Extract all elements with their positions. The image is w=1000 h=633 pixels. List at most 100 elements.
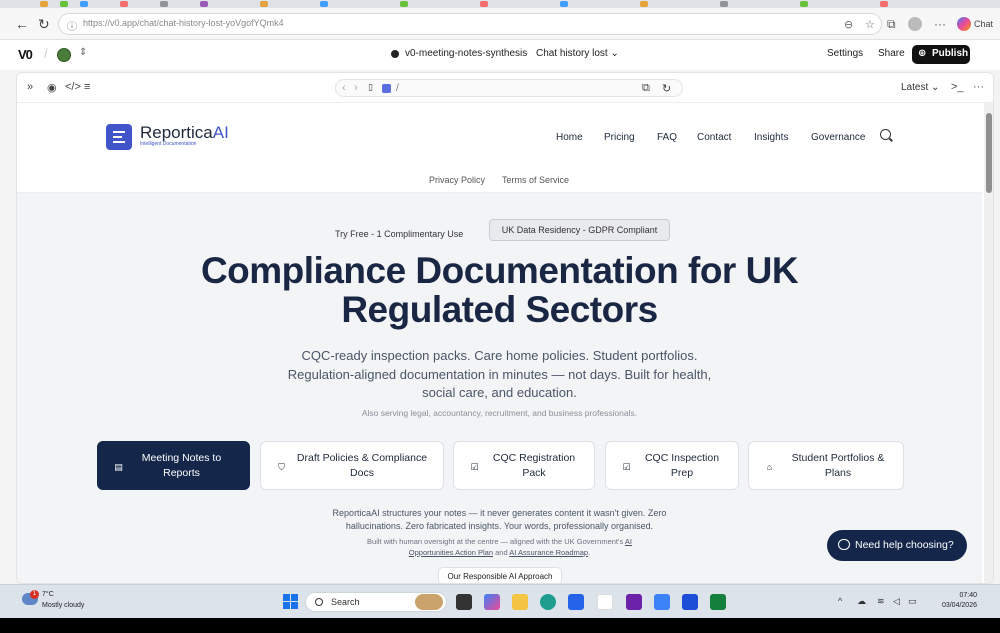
favorite-star-icon[interactable]: ☆ bbox=[865, 18, 875, 31]
scrollbar[interactable] bbox=[984, 103, 993, 583]
cta-label: Student Portfolios & Plans bbox=[791, 452, 885, 479]
database-icon[interactable]: ≡ bbox=[84, 81, 90, 93]
nav-governance[interactable]: Governance bbox=[811, 132, 865, 143]
speaker-icon[interactable]: ◁ bbox=[893, 596, 900, 607]
preview-path: / bbox=[396, 83, 399, 94]
preview-frame: » ◉ </> ≡ ‹ › ▯ / ⧉ ↻ Latest ⌄ >_ ··· Re… bbox=[16, 72, 994, 584]
refresh-icon[interactable]: ↻ bbox=[38, 16, 50, 33]
browser-tabstrip[interactable] bbox=[0, 0, 1000, 8]
site-info-icon[interactable]: ⓘ bbox=[67, 18, 77, 33]
copilot-app-icon[interactable] bbox=[484, 594, 500, 610]
publish-label: Publish bbox=[932, 48, 969, 59]
extensions-icon[interactable]: ⧉ bbox=[887, 17, 896, 32]
battery-icon[interactable]: ▭ bbox=[908, 596, 917, 607]
search-highlight-icon[interactable] bbox=[415, 594, 443, 610]
code-icon[interactable]: </> bbox=[65, 81, 81, 93]
ai-action-plan-link[interactable]: Opportunities Action Plan bbox=[409, 548, 493, 557]
tab-favicon[interactable] bbox=[260, 1, 268, 7]
ai-action-plan-link[interactable]: AI bbox=[625, 537, 632, 546]
zoom-icon[interactable]: ⊖ bbox=[844, 18, 853, 31]
tab-favicon[interactable] bbox=[200, 1, 208, 7]
tab-favicon[interactable] bbox=[480, 1, 488, 7]
nav-insights[interactable]: Insights bbox=[754, 132, 788, 143]
store-icon[interactable] bbox=[568, 594, 584, 610]
refresh-icon[interactable]: ↻ bbox=[662, 82, 671, 95]
cta-draft-policies[interactable]: ⛉ Draft Policies & Compliance Docs bbox=[260, 441, 444, 490]
project-avatar[interactable] bbox=[57, 48, 71, 62]
cta-cqc-inspection[interactable]: ☑ CQC Inspection Prep bbox=[605, 441, 739, 490]
address-bar[interactable]: ⓘ https://v0.app/chat/chat-history-lost-… bbox=[58, 13, 882, 35]
hero-subtitle-line: CQC-ready inspection packs. Care home po… bbox=[301, 348, 698, 363]
tab-favicon[interactable] bbox=[160, 1, 168, 7]
copilot-icon[interactable] bbox=[957, 17, 971, 31]
weather-temperature[interactable]: 7°C bbox=[42, 591, 54, 598]
cta-student-portfolios[interactable]: ⌂ Student Portfolios & Plans bbox=[748, 441, 904, 490]
more-menu-icon[interactable]: ··· bbox=[973, 81, 984, 93]
chevron-up-icon[interactable]: ^ bbox=[838, 596, 842, 606]
copilot-label[interactable]: Chat bbox=[974, 19, 993, 29]
nav-pricing[interactable]: Pricing bbox=[604, 132, 635, 143]
tab-favicon[interactable] bbox=[720, 1, 728, 7]
chat-title[interactable]: v0-meeting-notes-synthesis bbox=[405, 48, 527, 59]
preview-url-bar[interactable]: ‹ › ▯ / ⧉ ↻ bbox=[335, 79, 683, 97]
tab-favicon[interactable] bbox=[800, 1, 808, 7]
cta-meeting-notes[interactable]: ▤ Meeting Notes to Reports bbox=[97, 441, 250, 490]
tab-favicon[interactable] bbox=[120, 1, 128, 7]
task-view-icon[interactable] bbox=[456, 594, 472, 610]
scrollbar-thumb[interactable] bbox=[986, 113, 992, 193]
settings-button[interactable]: Settings bbox=[827, 48, 863, 59]
v0-header: V0 / ⇕ v0-meeting-notes-synthesis · Chat… bbox=[0, 40, 1000, 70]
cta-cqc-registration[interactable]: ☑ CQC Registration Pack bbox=[453, 441, 595, 490]
hero-title-line: Compliance Documentation for UK bbox=[200, 250, 799, 291]
nav-home[interactable]: Home bbox=[556, 132, 583, 143]
v0-logo[interactable]: V0 bbox=[18, 47, 33, 62]
more-menu-icon[interactable]: ··· bbox=[934, 17, 946, 31]
windows-start-icon[interactable] bbox=[283, 594, 298, 609]
nav-contact[interactable]: Contact bbox=[697, 132, 731, 143]
ai-assurance-roadmap-link[interactable]: AI Assurance Roadmap bbox=[509, 548, 588, 557]
brand-main: Reportica bbox=[140, 123, 213, 142]
share-button[interactable]: Share bbox=[878, 48, 905, 59]
tab-favicon[interactable] bbox=[40, 1, 48, 7]
profile-avatar[interactable] bbox=[908, 17, 922, 31]
chat-history-dropdown[interactable]: Chat history lost ⌄ bbox=[536, 48, 619, 59]
publish-button[interactable]: ⊕ Publish bbox=[912, 45, 970, 64]
search-icon[interactable] bbox=[880, 129, 891, 140]
terms-of-service-link[interactable]: Terms of Service bbox=[502, 175, 569, 185]
app-icon[interactable] bbox=[654, 594, 670, 610]
forward-icon[interactable]: › bbox=[354, 82, 358, 94]
tab-favicon[interactable] bbox=[560, 1, 568, 7]
windows-taskbar: 1 7°C Mostly cloudy Search ^ ☁ ≋ ◁ ▭ 07:… bbox=[0, 584, 1000, 618]
google-icon[interactable] bbox=[597, 594, 613, 610]
help-choosing-button[interactable]: Need help choosing? bbox=[827, 530, 967, 561]
tab-favicon[interactable] bbox=[880, 1, 888, 7]
brand-name[interactable]: ReporticaAI bbox=[140, 123, 229, 143]
tab-favicon[interactable] bbox=[60, 1, 68, 7]
chevron-updown-icon[interactable]: ⇕ bbox=[79, 47, 87, 58]
version-dropdown[interactable]: Latest ⌄ bbox=[901, 82, 939, 93]
device-icon[interactable]: ▯ bbox=[368, 82, 373, 93]
tab-favicon[interactable] bbox=[640, 1, 648, 7]
edge-icon[interactable] bbox=[540, 594, 556, 610]
file-explorer-icon[interactable] bbox=[512, 594, 528, 610]
word-icon[interactable] bbox=[682, 594, 698, 610]
excel-icon[interactable] bbox=[710, 594, 726, 610]
back-icon[interactable]: ← bbox=[15, 16, 29, 32]
yahoo-icon[interactable] bbox=[626, 594, 642, 610]
weather-condition[interactable]: Mostly cloudy bbox=[42, 602, 84, 609]
responsible-ai-button[interactable]: Our Responsible AI Approach bbox=[438, 567, 562, 583]
back-icon[interactable]: ‹ bbox=[342, 82, 346, 94]
wifi-icon[interactable]: ≋ bbox=[877, 596, 885, 607]
tab-favicon[interactable] bbox=[400, 1, 408, 7]
eye-icon[interactable]: ◉ bbox=[47, 81, 57, 94]
logo-icon[interactable] bbox=[106, 124, 132, 150]
nav-faq[interactable]: FAQ bbox=[657, 132, 677, 143]
taskbar-clock[interactable]: 07:40 03/04/2026 bbox=[932, 591, 977, 611]
expand-sidebar-icon[interactable]: » bbox=[27, 81, 33, 93]
onedrive-icon[interactable]: ☁ bbox=[857, 596, 866, 607]
privacy-policy-link[interactable]: Privacy Policy bbox=[429, 175, 485, 185]
tab-favicon[interactable] bbox=[320, 1, 328, 7]
open-external-icon[interactable]: ⧉ bbox=[642, 82, 650, 95]
terminal-icon[interactable]: >_ bbox=[951, 81, 964, 93]
tab-favicon[interactable] bbox=[80, 1, 88, 7]
